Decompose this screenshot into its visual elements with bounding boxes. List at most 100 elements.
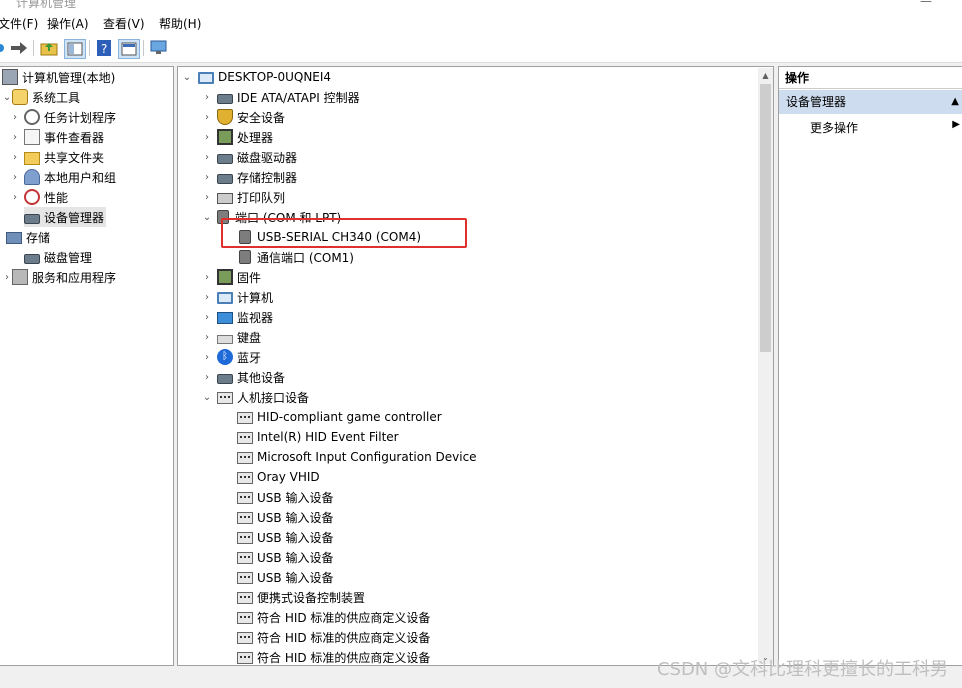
device-category[interactable]: › 键盘 [202,327,261,347]
tree-item-services[interactable]: › 服务和应用程序 [0,267,116,287]
tree-item-system-tools[interactable]: ⌄ 系统工具 [0,87,80,107]
show-tree-icon[interactable] [64,39,86,59]
chevron-right-icon[interactable]: › [10,192,20,203]
device-item[interactable]: 符合 HID 标准的供应商定义设备 [237,647,430,665]
device-tree-root-label: DESKTOP-0UQNEI4 [218,70,332,84]
device-category[interactable]: › 计算机 [202,287,273,307]
console-tree-pane: 计算机管理(本地) ⌄ 系统工具 › 任务计划程序 › 事件查看器 › 共享文件… [0,66,174,666]
device-item[interactable]: USB 输入设备 [237,507,333,527]
device-label: USB 输入设备 [257,510,334,525]
device-item[interactable]: 通信端口 (COM1) [237,247,354,267]
tree-item-task-scheduler[interactable]: › 任务计划程序 [10,107,116,127]
chevron-right-icon[interactable]: › [202,112,212,123]
chevron-down-icon[interactable]: ⌄ [202,212,212,223]
menu-help[interactable]: 帮助(H) [159,15,201,32]
device-item[interactable]: 符合 HID 标准的供应商定义设备 [237,627,430,647]
device-label: USB 输入设备 [257,570,334,585]
device-item[interactable]: HID-compliant game controller [237,407,442,427]
device-label: 安全设备 [237,110,286,125]
title-bar: 计算机管理 — [0,0,962,10]
chevron-right-icon[interactable]: ▶ [952,119,960,130]
menu-bar: 文件(F) 操作(A) 查看(V) 帮助(H) [0,10,962,35]
chevron-right-icon[interactable]: › [202,192,212,203]
tree-item-local-users[interactable]: › 本地用户和组 [10,167,116,187]
device-item[interactable]: Oray VHID [237,467,320,487]
hid-device-icon [237,472,253,484]
device-category[interactable]: › 其他设备 [202,367,285,387]
tree-item-label: 共享文件夹 [44,150,105,165]
tree-item-event-viewer[interactable]: › 事件查看器 [10,127,104,147]
device-item[interactable]: USB 输入设备 [237,547,333,567]
device-category[interactable]: › IDE ATA/ATAPI 控制器 [202,87,360,107]
services-icon [12,269,28,285]
device-item[interactable]: Microsoft Input Configuration Device [237,447,477,467]
scrollbar-thumb[interactable] [760,84,771,352]
device-item[interactable]: USB 输入设备 [237,487,333,507]
scroll-up-arrow-icon[interactable]: ▲ [758,68,773,82]
toolbar-separator [143,40,144,56]
hid-device-icon [237,612,253,624]
chevron-right-icon[interactable]: › [202,312,212,323]
tree-item-shared-folders[interactable]: › 共享文件夹 [10,147,104,167]
menu-file[interactable]: 文件(F) [0,15,38,32]
collapse-up-icon[interactable]: ▲ [951,90,959,114]
device-item[interactable]: USB 输入设备 [237,567,333,587]
up-folder-icon[interactable] [40,39,58,57]
device-category[interactable]: › 存储控制器 [202,167,297,187]
chevron-right-icon[interactable]: › [10,132,20,143]
device-category[interactable]: › ᛒ 蓝牙 [202,347,261,367]
chevron-right-icon[interactable]: › [10,172,20,183]
device-category[interactable]: › 打印队列 [202,187,285,207]
menu-view[interactable]: 查看(V) [103,15,145,32]
tree-root[interactable]: 计算机管理(本地) [0,67,115,87]
security-device-icon [217,109,233,125]
chevron-right-icon[interactable]: › [202,272,212,283]
properties-view-icon[interactable] [118,39,140,59]
help-icon[interactable]: ? [96,39,112,57]
tree-item-storage[interactable]: 存储 [0,227,50,247]
chevron-right-icon[interactable]: › [202,92,212,103]
vertical-scrollbar[interactable]: ▲ ⌄ [758,68,773,664]
forward-arrow-icon[interactable] [10,39,28,57]
hid-icon [217,392,233,404]
chevron-right-icon[interactable]: › [202,152,212,163]
back-arrow-icon[interactable] [0,39,8,57]
menu-action[interactable]: 操作(A) [47,15,89,32]
chevron-right-icon[interactable]: › [10,152,20,163]
device-category[interactable]: › 处理器 [202,127,273,147]
device-label: HID-compliant game controller [257,410,442,424]
hid-device-icon [237,592,253,604]
chevron-right-icon[interactable]: › [202,352,212,363]
tree-item-device-manager[interactable]: 设备管理器 [24,207,107,227]
actions-section-device-manager[interactable]: 设备管理器 ▲ [779,90,962,114]
chevron-right-icon[interactable]: › [2,272,12,283]
chevron-right-icon[interactable]: › [202,372,212,383]
minimize-icon[interactable]: — [920,0,932,8]
chevron-right-icon[interactable]: › [202,292,212,303]
device-label: Intel(R) HID Event Filter [257,430,399,444]
device-item[interactable]: 符合 HID 标准的供应商定义设备 [237,607,430,627]
device-item[interactable]: Intel(R) HID Event Filter [237,427,399,447]
device-category[interactable]: › 监视器 [202,307,273,327]
chevron-down-icon[interactable]: ⌄ [182,72,192,83]
scan-hardware-icon[interactable] [150,39,168,57]
device-item[interactable]: USB 输入设备 [237,527,333,547]
chevron-down-icon[interactable]: ⌄ [202,392,212,403]
tree-item-performance[interactable]: › 性能 [10,187,68,207]
chevron-right-icon[interactable]: › [10,112,20,123]
chevron-right-icon[interactable]: › [202,172,212,183]
more-actions-item[interactable]: 更多操作 [810,119,858,136]
device-label: 监视器 [237,310,274,325]
chevron-right-icon[interactable]: › [202,332,212,343]
chevron-down-icon[interactable]: ⌄ [2,92,12,103]
device-item[interactable]: 便携式设备控制装置 [237,587,365,607]
device-tree-root[interactable]: ⌄ DESKTOP-0UQNEI4 [182,67,331,87]
hid-device-icon [237,652,253,664]
chevron-right-icon[interactable]: › [202,132,212,143]
device-category[interactable]: › 安全设备 [202,107,285,127]
device-category[interactable]: › 磁盘驱动器 [202,147,297,167]
device-category[interactable]: ⌄ 人机接口设备 [202,387,309,407]
device-category[interactable]: › 固件 [202,267,261,287]
window-title: 计算机管理 [16,0,77,10]
tree-item-disk-management[interactable]: 磁盘管理 [24,247,92,267]
